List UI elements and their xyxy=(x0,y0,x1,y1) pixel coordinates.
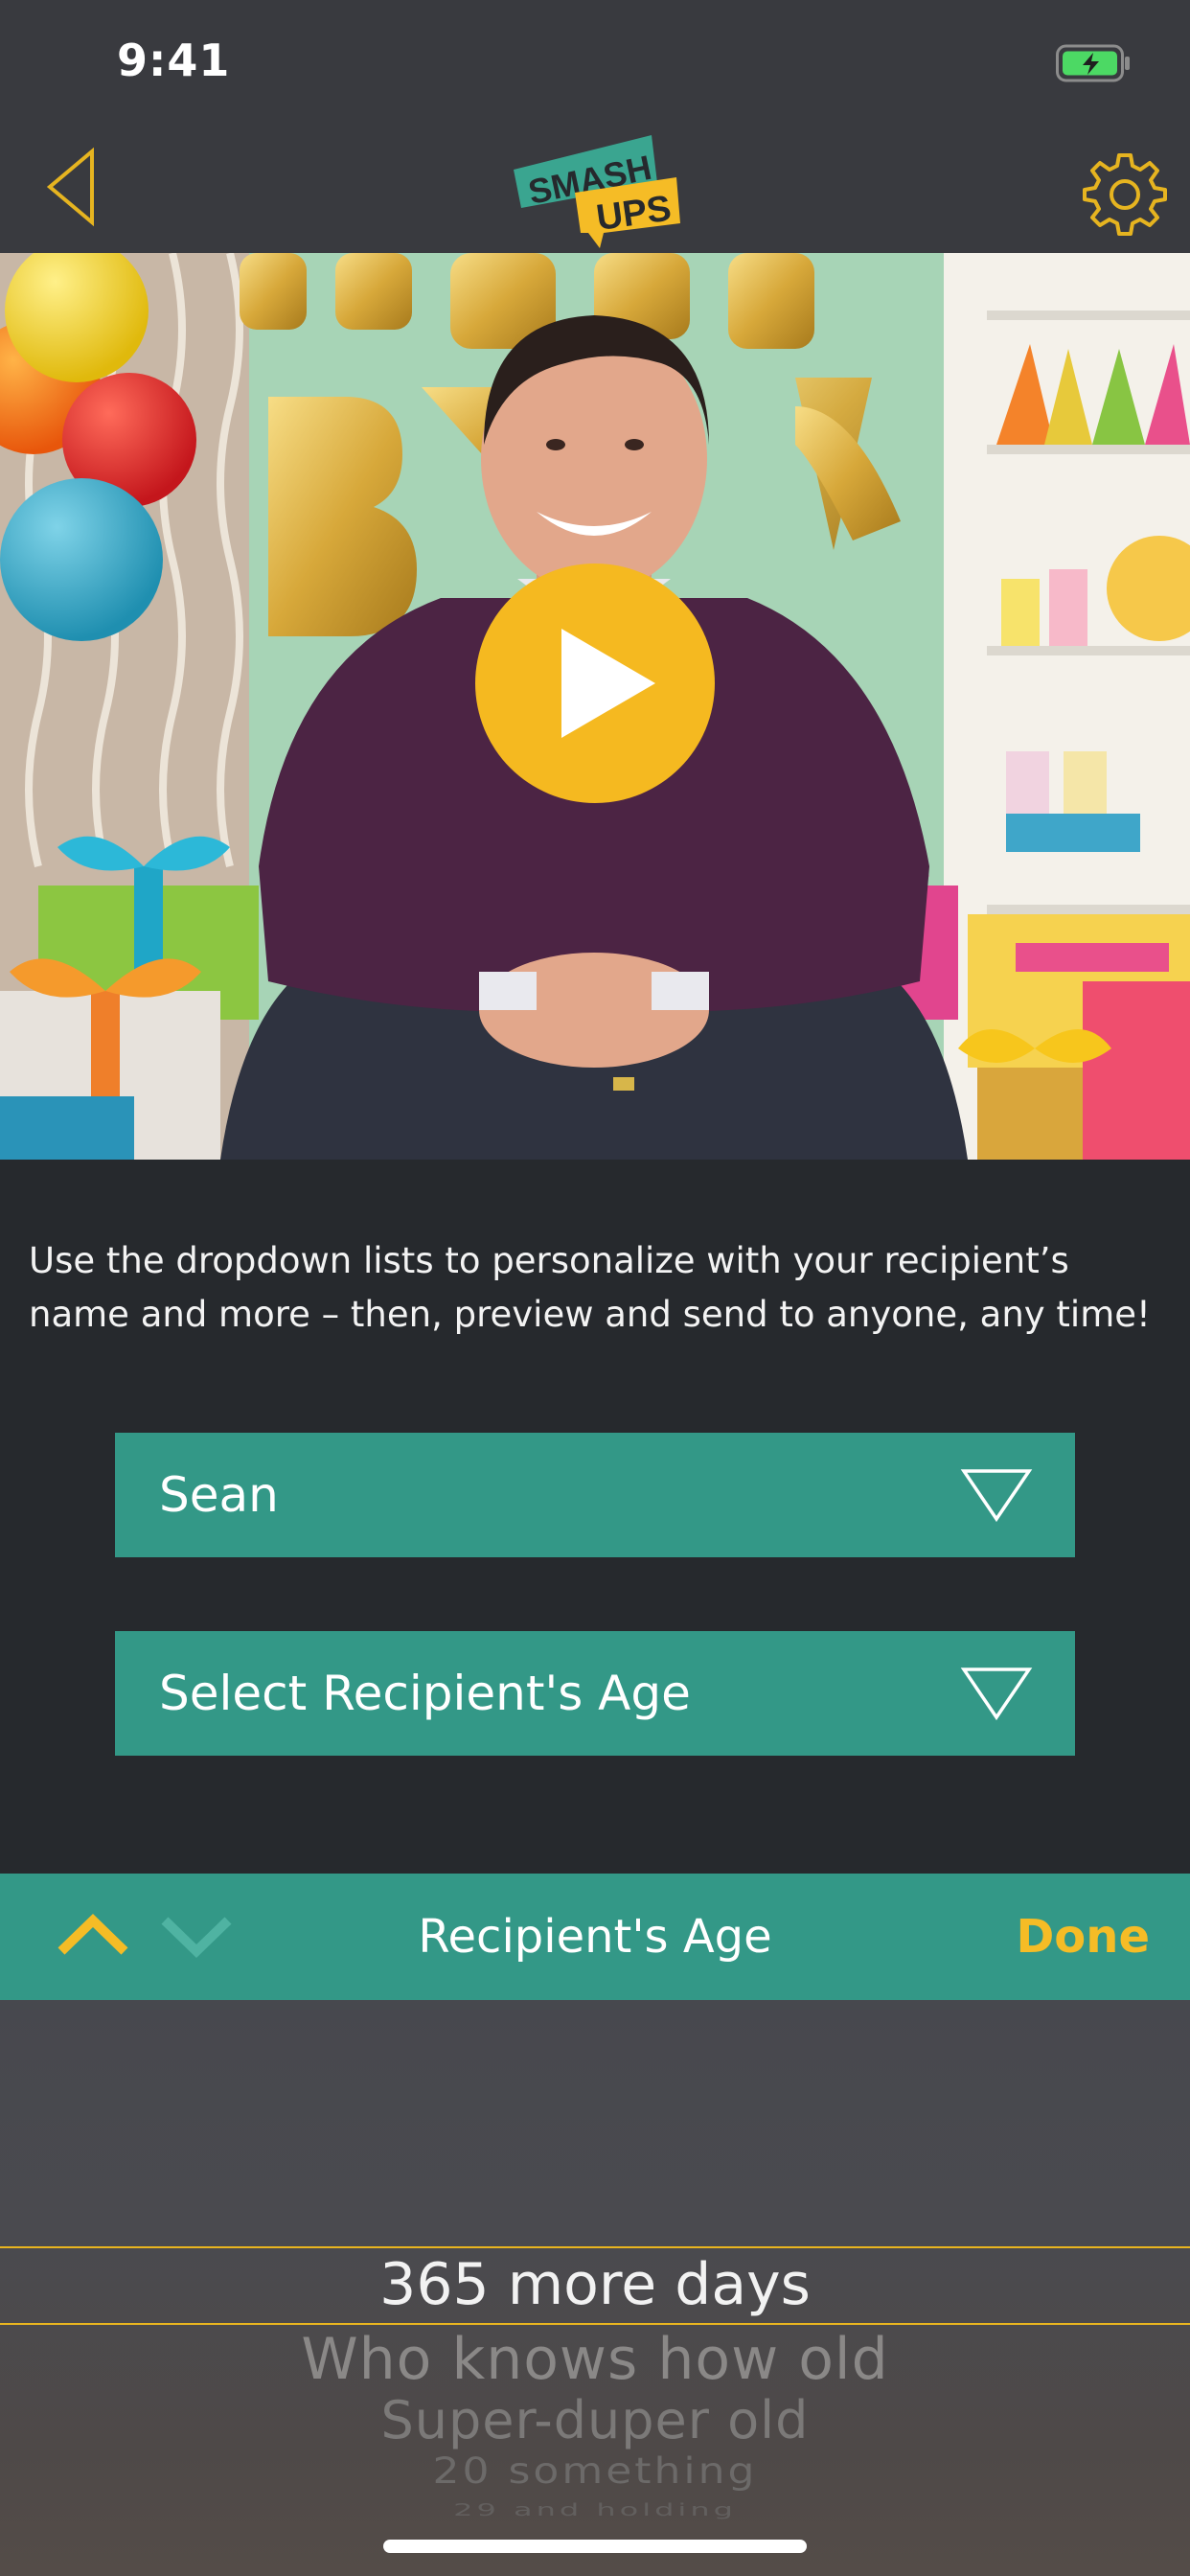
settings-button[interactable] xyxy=(1081,150,1169,238)
recipient-age-placeholder: Select Recipient's Age xyxy=(159,1666,691,1721)
play-button[interactable] xyxy=(475,564,715,803)
picker-selected-option[interactable]: 365 more days xyxy=(0,2256,1190,2313)
dropdown-arrow-icon xyxy=(960,1469,1033,1523)
picker-option[interactable]: 20 something xyxy=(0,2453,1190,2489)
back-chevron-icon xyxy=(46,147,94,227)
picker-option[interactable]: Who knows how old xyxy=(0,2331,1190,2388)
dropdown-arrow-icon xyxy=(960,1668,1033,1721)
selection-line-bottom xyxy=(0,2323,1190,2325)
battery-icon xyxy=(1056,44,1130,82)
gear-icon xyxy=(1083,153,1167,236)
video-preview[interactable] xyxy=(0,253,1190,1160)
picker-option[interactable]: Super-duper old xyxy=(0,2394,1190,2448)
recipient-age-dropdown[interactable]: Select Recipient's Age xyxy=(115,1631,1075,1756)
picker-option[interactable]: 29 and holding xyxy=(0,2501,1190,2518)
done-button[interactable]: Done xyxy=(996,1874,1150,2000)
recipient-name-dropdown[interactable]: Sean xyxy=(115,1433,1075,1557)
recipient-name-value: Sean xyxy=(159,1467,279,1523)
smashups-logo: SMASH UPS xyxy=(514,135,680,248)
home-indicator xyxy=(383,2540,807,2553)
instructions-text: Use the dropdown lists to personalize wi… xyxy=(29,1240,1151,1335)
selection-line-top xyxy=(0,2246,1190,2248)
back-button[interactable] xyxy=(38,144,105,230)
status-time: 9:41 xyxy=(117,34,231,86)
